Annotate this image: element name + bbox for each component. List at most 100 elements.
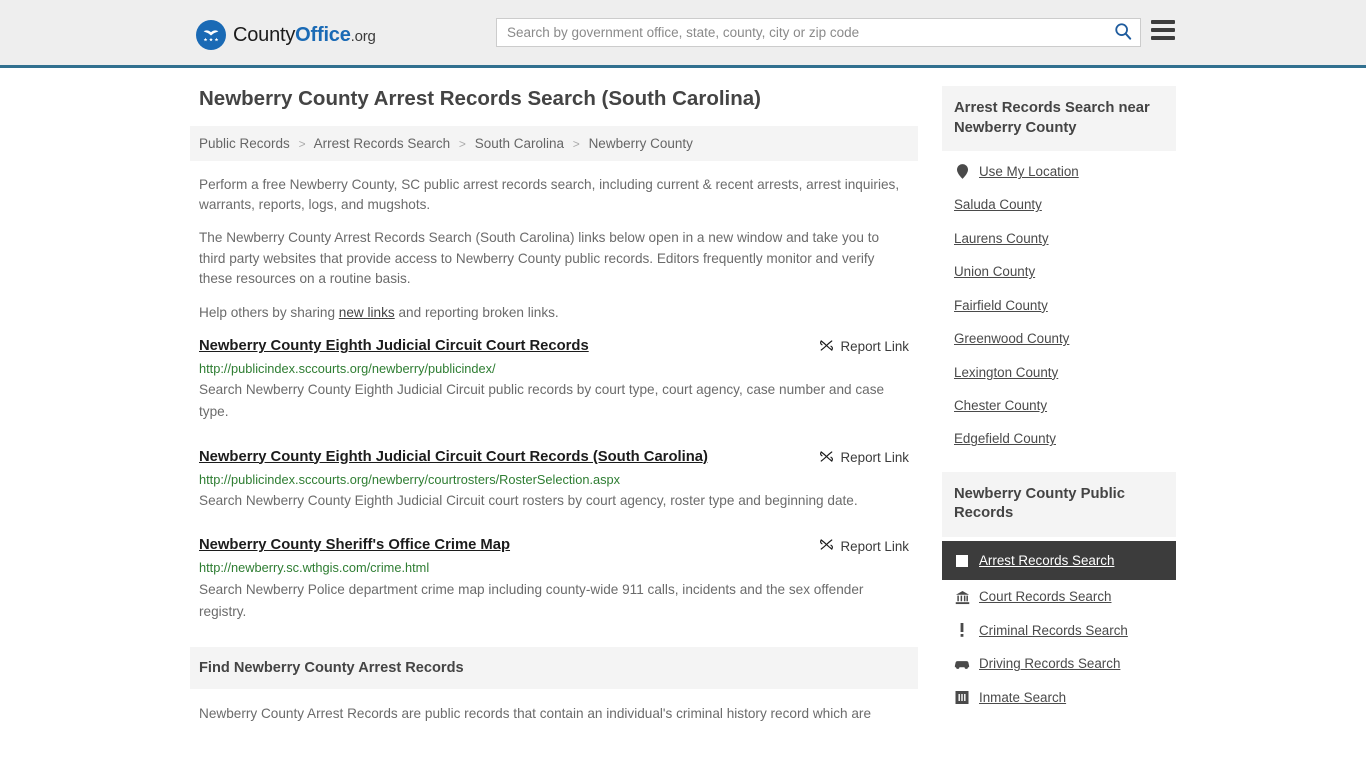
result-url[interactable]: http://newberry.sc.wthgis.com/crime.html xyxy=(199,559,909,576)
intro-section: Perform a free Newberry County, SC publi… xyxy=(190,175,918,323)
report-link-label: Report Link xyxy=(840,450,909,465)
sidebar-link-court-records-search[interactable]: Court Records Search xyxy=(979,588,1111,605)
exclamation-icon xyxy=(954,622,970,638)
intro-paragraph-1: Perform a free Newberry County, SC publi… xyxy=(199,176,900,213)
sidebar: Arrest Records Search near Newberry Coun… xyxy=(942,86,1176,730)
sidebar-link-saluda-county[interactable]: Saluda County xyxy=(954,196,1042,213)
map-pin-icon xyxy=(954,164,970,180)
result-header: Newberry County Eighth Judicial Circuit … xyxy=(199,337,909,356)
result-description: Search Newberry Police department crime … xyxy=(199,581,864,619)
intro-paragraph-2: The Newberry County Arrest Records Searc… xyxy=(199,230,880,287)
search-bar xyxy=(496,18,1141,47)
sidebar-link-criminal-records-search[interactable]: Criminal Records Search xyxy=(979,622,1128,639)
sidebar-item-use-my-location[interactable]: Use My Location xyxy=(942,155,1176,188)
page-body: Newberry County Arrest Records Search (S… xyxy=(0,68,1366,730)
logo-text-org: .org xyxy=(350,28,376,45)
result-item: Newberry County Sheriff's Office Crime M… xyxy=(190,536,918,623)
sidebar-item-driving-records-search[interactable]: Driving Records Search xyxy=(942,647,1176,680)
sidebar-link-arrest-records-search[interactable]: Arrest Records Search xyxy=(979,552,1114,569)
result-title-link[interactable]: Newberry County Sheriff's Office Crime M… xyxy=(199,536,510,555)
site-header: CountyOffice.org xyxy=(0,0,1366,68)
sidebar-item-union-county[interactable]: Union County xyxy=(942,255,1176,288)
sidebar-item-criminal-records-search[interactable]: Criminal Records Search xyxy=(942,614,1176,647)
results-list: Newberry County Eighth Judicial Circuit … xyxy=(190,337,918,623)
result-description: Search Newberry County Eighth Judicial C… xyxy=(199,382,885,420)
sidebar-item-arrest-records-search[interactable]: Arrest Records Search xyxy=(942,540,1176,581)
sidebar-link-fairfield-county[interactable]: Fairfield County xyxy=(954,297,1048,314)
breadcrumb-item-newberry-county[interactable]: Newberry County xyxy=(589,136,693,151)
report-link-button[interactable]: Report Link xyxy=(819,537,909,555)
public-records-title: Newberry County Public Records xyxy=(942,471,1176,537)
sidebar-item-inmate-search[interactable]: Inmate Search xyxy=(942,681,1176,714)
find-records-heading: Find Newberry County Arrest Records xyxy=(190,646,918,689)
sidebar-link-driving-records-search[interactable]: Driving Records Search xyxy=(979,655,1120,672)
result-title-link[interactable]: Newberry County Eighth Judicial Circuit … xyxy=(199,448,708,467)
sidebar-item-chester-county[interactable]: Chester County xyxy=(942,389,1176,422)
breadcrumb: Public Records > Arrest Records Search >… xyxy=(190,125,918,161)
hamburger-bar-1 xyxy=(1151,20,1175,24)
search-icon xyxy=(1114,22,1132,43)
sidebar-item-laurens-county[interactable]: Laurens County xyxy=(942,222,1176,255)
new-links-link[interactable]: new links xyxy=(339,305,395,320)
intro-paragraph-3: Help others by sharing new links and rep… xyxy=(190,303,918,323)
sidebar-item-saluda-county[interactable]: Saluda County xyxy=(942,188,1176,221)
content-container: Newberry County Arrest Records Search (S… xyxy=(190,68,1176,730)
car-icon xyxy=(954,656,970,672)
sidebar-item-court-records-search[interactable]: Court Records Search xyxy=(942,580,1176,613)
search-input[interactable] xyxy=(497,19,1106,46)
eagle-shield-logo-icon xyxy=(196,20,226,50)
logo-text-county: County xyxy=(233,24,296,46)
public-records-list: Arrest Records Search Court Records Sear… xyxy=(942,537,1176,714)
breadcrumb-item-arrest-records-search[interactable]: Arrest Records Search xyxy=(314,136,451,151)
breadcrumb-separator: > xyxy=(458,136,466,151)
sidebar-item-edgefield-county[interactable]: Edgefield County xyxy=(942,422,1176,455)
intro-text-after-link: and reporting broken links. xyxy=(394,304,559,320)
broken-link-icon xyxy=(819,338,834,356)
logo-text-office: Office xyxy=(295,24,351,46)
sidebar-item-fairfield-county[interactable]: Fairfield County xyxy=(942,289,1176,322)
hamburger-bar-2 xyxy=(1151,28,1175,32)
result-description: Search Newberry County Eighth Judicial C… xyxy=(199,493,858,508)
sidebar-item-lexington-county[interactable]: Lexington County xyxy=(942,356,1176,389)
result-header: Newberry County Eighth Judicial Circuit … xyxy=(199,448,909,467)
broken-link-icon xyxy=(819,449,834,467)
report-link-button[interactable]: Report Link xyxy=(819,449,909,467)
site-logo[interactable]: CountyOffice.org xyxy=(196,20,376,50)
intro-text-before-link: Help others by sharing xyxy=(199,304,339,320)
fingerprint-card-icon xyxy=(954,553,970,569)
sidebar-link-inmate-search[interactable]: Inmate Search xyxy=(979,689,1066,706)
jail-building-icon xyxy=(954,689,970,705)
sidebar-link-lexington-county[interactable]: Lexington County xyxy=(954,364,1058,381)
sidebar-link-chester-county[interactable]: Chester County xyxy=(954,397,1047,414)
result-item: Newberry County Eighth Judicial Circuit … xyxy=(190,337,918,424)
courthouse-icon xyxy=(954,589,970,605)
sidebar-item-greenwood-county[interactable]: Greenwood County xyxy=(942,322,1176,355)
report-link-label: Report Link xyxy=(840,538,909,554)
logo-wordmark: CountyOffice.org xyxy=(233,25,376,45)
hamburger-bar-3 xyxy=(1151,36,1175,40)
public-records-panel: Newberry County Public Records Arrest Re… xyxy=(942,471,1176,714)
sidebar-link-union-county[interactable]: Union County xyxy=(954,263,1035,280)
find-records-body: Newberry County Arrest Records are publi… xyxy=(199,705,872,721)
result-title-link[interactable]: Newberry County Eighth Judicial Circuit … xyxy=(199,337,589,356)
report-link-label: Report Link xyxy=(840,339,909,355)
sidebar-link-use-my-location[interactable]: Use My Location xyxy=(979,163,1079,180)
sidebar-link-edgefield-county[interactable]: Edgefield County xyxy=(954,430,1056,447)
nearby-counties-title: Arrest Records Search near Newberry Coun… xyxy=(942,86,1176,152)
result-header: Newberry County Sheriff's Office Crime M… xyxy=(199,536,909,555)
sidebar-link-greenwood-county[interactable]: Greenwood County xyxy=(954,330,1069,347)
result-item: Newberry County Eighth Judicial Circuit … xyxy=(190,448,918,513)
breadcrumb-item-public-records[interactable]: Public Records xyxy=(199,136,290,151)
sidebar-link-laurens-county[interactable]: Laurens County xyxy=(954,230,1049,247)
result-url[interactable]: http://publicindex.sccourts.org/newberry… xyxy=(199,360,909,377)
broken-link-icon xyxy=(819,537,834,555)
hamburger-menu-icon[interactable] xyxy=(1151,20,1175,40)
breadcrumb-item-south-carolina[interactable]: South Carolina xyxy=(475,136,564,151)
report-link-button[interactable]: Report Link xyxy=(819,338,909,356)
page-title: Newberry County Arrest Records Search (S… xyxy=(199,87,761,110)
main-column: Newberry County Arrest Records Search (S… xyxy=(190,86,918,724)
result-url[interactable]: http://publicindex.sccourts.org/newberry… xyxy=(199,471,909,488)
search-button[interactable] xyxy=(1106,19,1140,46)
fingerprint-card-glyph xyxy=(956,554,968,567)
breadcrumb-separator: > xyxy=(298,136,306,151)
